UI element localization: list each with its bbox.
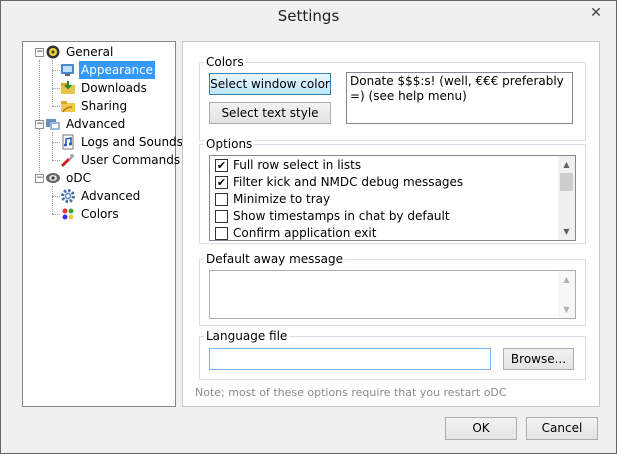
options-group: Options ✔ Full row select in lists ✔ Fil… <box>199 137 586 244</box>
tree-item-label: User Commands <box>81 153 181 167</box>
user-commands-icon <box>60 154 74 168</box>
tree-connector <box>52 142 60 143</box>
dialog-client: − General Appearance Downloads Sharing − <box>8 33 609 447</box>
away-message-group-label: Default away message <box>204 252 346 266</box>
language-file-group: Language file Browse... <box>199 329 586 380</box>
browse-button[interactable]: Browse... <box>503 348 574 370</box>
checkbox-unchecked-icon[interactable] <box>215 193 228 206</box>
gear-icon <box>61 189 75 203</box>
scroll-down-icon[interactable]: ▼ <box>558 223 575 240</box>
tree-connector <box>52 132 53 160</box>
tree-connector <box>52 160 60 161</box>
tree-connector <box>39 60 40 172</box>
colors-icon <box>62 208 74 220</box>
tree-connector <box>52 214 60 215</box>
option-label: Full row select in lists <box>233 158 362 172</box>
tree-connector <box>52 186 53 214</box>
language-file-group-label: Language file <box>204 329 290 343</box>
color-preview-box: Donate $$$:s! (well, €€€ preferably =) (… <box>346 72 573 124</box>
language-file-input[interactable] <box>209 348 491 370</box>
tree-item-label: Sharing <box>81 99 128 113</box>
logs-icon <box>62 134 74 150</box>
tree-item-label: Advanced <box>66 117 126 131</box>
downloads-icon <box>61 81 75 94</box>
select-window-color-button[interactable]: Select window color <box>209 73 331 95</box>
tree-item-label: Downloads <box>81 81 147 95</box>
expand-general-icon[interactable]: − <box>35 48 44 57</box>
tree-connector <box>52 70 60 71</box>
option-label: Filter kick and NMDC debug messages <box>233 175 464 189</box>
tree-connector <box>52 60 53 106</box>
colors-group-label: Colors <box>204 55 246 69</box>
tree-item-label: Logs and Sounds <box>81 135 183 149</box>
checkbox-checked-icon[interactable]: ✔ <box>215 159 228 172</box>
window-title: Settings <box>277 7 340 25</box>
option-label: Show timestamps in chat by default <box>233 209 450 223</box>
appearance-page: Colors Select window color Select text s… <box>182 41 600 407</box>
away-message-scrollbar[interactable]: ▲ ▼ <box>558 271 575 318</box>
tree-connector <box>52 106 60 107</box>
ok-button[interactable]: OK <box>445 417 517 440</box>
scroll-up-icon[interactable]: ▲ <box>558 271 575 288</box>
checkbox-unchecked-icon[interactable] <box>215 210 228 223</box>
tree-item-label: General <box>66 45 114 59</box>
scroll-thumb[interactable] <box>560 173 573 191</box>
option-label: Minimize to tray <box>233 192 331 206</box>
cancel-button[interactable]: Cancel <box>526 417 598 440</box>
settings-tree: − General Appearance Downloads Sharing − <box>22 41 183 407</box>
settings-window: Settings ✕ − General Appearance Download… <box>0 0 617 454</box>
title-bar[interactable]: Settings ✕ <box>1 1 616 33</box>
away-message-textarea[interactable]: ▲ ▼ <box>209 270 576 319</box>
scroll-up-icon[interactable]: ▲ <box>558 156 575 173</box>
sharing-icon <box>61 101 75 113</box>
options-group-label: Options <box>204 137 255 151</box>
tree-item-label: Advanced <box>81 189 141 203</box>
options-scrollbar[interactable]: ▲ ▼ <box>558 156 575 240</box>
checkbox-checked-icon[interactable]: ✔ <box>215 176 228 189</box>
tree-item-label: oDC <box>66 171 91 185</box>
tree-connector <box>52 88 60 89</box>
away-message-group: Default away message ▲ ▼ <box>199 252 586 326</box>
checkbox-unchecked-icon[interactable] <box>215 227 228 240</box>
tree-connector <box>52 196 60 197</box>
expand-odc-icon[interactable]: − <box>35 174 44 183</box>
tree-item-label: Appearance <box>79 61 156 79</box>
colors-group: Colors Select window color Select text s… <box>199 55 586 141</box>
scroll-down-icon[interactable]: ▼ <box>558 301 575 318</box>
advanced-icon <box>46 119 60 130</box>
close-icon[interactable]: ✕ <box>584 4 608 22</box>
odc-icon <box>46 173 60 183</box>
select-text-style-button[interactable]: Select text style <box>209 102 331 124</box>
expand-advanced-icon[interactable]: − <box>35 120 44 129</box>
tree-item-label: Colors <box>81 207 119 221</box>
options-list[interactable]: ✔ Full row select in lists ✔ Filter kick… <box>209 155 576 241</box>
option-label: Confirm application exit <box>233 226 377 240</box>
restart-note: Note; most of these options require that… <box>195 386 507 399</box>
appearance-icon <box>61 64 74 76</box>
general-icon <box>46 45 60 59</box>
